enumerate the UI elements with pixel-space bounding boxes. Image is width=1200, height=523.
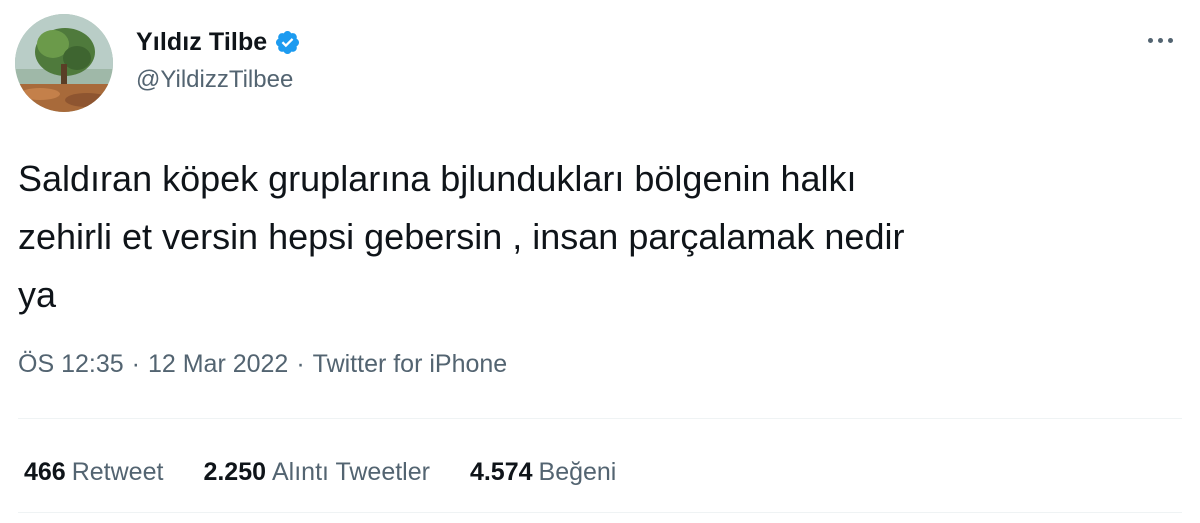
tweet-stats: 466 Retweet 2.250 Alıntı Tweetler 4.574 Beğ… bbox=[24, 458, 656, 487]
tweet-meta: ÖS 12:35 · 12 Mar 2022 · Twitter for iPh… bbox=[18, 350, 507, 379]
avatar[interactable] bbox=[15, 14, 113, 112]
retweet-count-value: 466 bbox=[24, 458, 66, 486]
verified-badge-icon bbox=[274, 29, 301, 56]
tweet-time[interactable]: ÖS 12:35 bbox=[18, 350, 124, 379]
user-handle[interactable]: @YildizzTilbee bbox=[136, 66, 301, 94]
retweet-count[interactable]: 466 Retweet bbox=[24, 458, 163, 487]
quote-count-label: Alıntı Tweetler bbox=[272, 458, 430, 486]
meta-separator: · bbox=[131, 350, 140, 378]
tweet-date[interactable]: 12 Mar 2022 bbox=[148, 350, 288, 379]
divider bbox=[18, 512, 1182, 513]
like-count-label: Beğeni bbox=[538, 458, 617, 486]
tweet-card: Yıldız Tilbe @YildizzTilbee Saldıran köp… bbox=[0, 0, 1200, 523]
quote-count[interactable]: 2.250 Alıntı Tweetler bbox=[203, 458, 430, 487]
meta-separator: · bbox=[296, 350, 305, 378]
divider bbox=[18, 418, 1182, 419]
like-count-value: 4.574 bbox=[469, 458, 533, 486]
author-block: Yıldız Tilbe @YildizzTilbee bbox=[136, 26, 301, 94]
retweet-count-label: Retweet bbox=[71, 458, 164, 486]
tweet-source[interactable]: Twitter for iPhone bbox=[313, 350, 508, 379]
like-count[interactable]: 4.574 Beğeni bbox=[470, 458, 616, 487]
more-options-icon[interactable] bbox=[1140, 30, 1180, 50]
avatar-image bbox=[15, 14, 113, 112]
tweet-text: Saldıran köpek gruplarına bjlundukları b… bbox=[18, 158, 905, 315]
display-name[interactable]: Yıldız Tilbe bbox=[136, 28, 267, 57]
quote-count-value: 2.250 bbox=[203, 458, 266, 486]
